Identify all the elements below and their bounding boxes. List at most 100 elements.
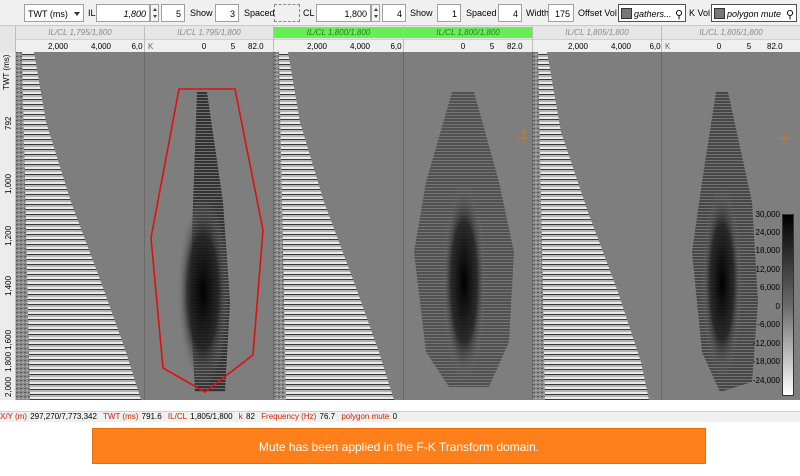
panel-title: IL/CL 1,795/1,800 <box>48 28 112 37</box>
tick-label: 6,0 <box>649 42 661 51</box>
status-ilcl-value: 1,805/1,800 <box>190 412 233 421</box>
offset-gather-panel-1[interactable] <box>16 52 145 400</box>
status-ilcl-label: IL/CL <box>167 412 188 421</box>
tick-label: 5 <box>230 42 236 51</box>
header-corner <box>0 26 16 52</box>
tick-label: 4,000 <box>610 42 632 51</box>
colorbar-label: 30,000 <box>755 210 780 219</box>
panel-title: IL/CL 1,805/1,800 <box>699 28 763 37</box>
colorbar-label: -12,000 <box>752 339 780 348</box>
tick-label: 0 <box>460 42 466 51</box>
tick-label: 6,0 <box>390 42 402 51</box>
cl-spaced-input[interactable]: 4 <box>498 4 522 22</box>
colorbar-label: 12,000 <box>755 265 780 274</box>
tick-label: 6,0 <box>131 42 143 51</box>
panel-title: IL/CL 1,800/1,800 <box>404 27 532 38</box>
il-value-input[interactable]: 1,800 <box>96 4 150 22</box>
width-input[interactable]: 175 <box>548 4 574 22</box>
status-mute-value: 0 <box>392 412 398 421</box>
k-value-label: 82.0 <box>767 42 783 51</box>
status-frequency-label: Frequency (Hz) <box>261 412 317 421</box>
colorbar-label: 24,000 <box>755 228 780 237</box>
il-spin-up-down-icon[interactable] <box>150 4 159 22</box>
time-axis-label: 1,000 <box>4 173 13 194</box>
panel-ticks: 2,000 4,000 6,0 <box>274 39 403 52</box>
status-k-label: k <box>238 412 243 421</box>
tick-label: 4,000 <box>349 42 371 51</box>
offset-gather-panel-2[interactable] <box>274 52 404 400</box>
colorbar-label: 0 <box>775 302 780 311</box>
colorbar-label: 18,000 <box>755 246 780 255</box>
domain-select-value: TWT (ms) <box>28 9 68 19</box>
dropdown-arrow-icon <box>74 12 80 16</box>
tick-label: 2,000 <box>47 42 69 51</box>
magnifier-icon[interactable]: ⚲ <box>675 6 683 21</box>
panel-ticks: K 0 5 82.0 <box>145 39 273 52</box>
domain-select[interactable]: TWT (ms) <box>24 4 84 22</box>
colorbar-label: 6,000 <box>759 283 780 292</box>
status-xy-value: 297,270/7,773,342 <box>30 412 97 421</box>
colorbar-gradient[interactable] <box>782 214 794 396</box>
cl-show-label: Show <box>410 8 433 18</box>
cl-label: CL <box>303 8 315 18</box>
cl-value-input[interactable]: 1,800 <box>316 4 371 22</box>
tick-label: 2,000 <box>306 42 328 51</box>
time-axis-label: 1,800 <box>4 351 13 372</box>
cl-show-input[interactable]: 1 <box>437 4 461 22</box>
colorbar-label: -24,000 <box>752 376 780 385</box>
tick-label: 2,000 <box>567 42 589 51</box>
il-spaced-label: Spaced <box>244 8 275 18</box>
fk-panel-2[interactable] <box>404 52 533 400</box>
panel-ticks: 2,000 4,000 6,0 <box>16 39 144 52</box>
k-axis-label: K <box>148 42 154 51</box>
tick-label: 5 <box>746 42 752 51</box>
time-axis-label: 1,200 <box>4 225 13 246</box>
time-axis-label: 2,000 <box>4 376 13 397</box>
panel-header-6[interactable]: IL/CL 1,805/1,800 K 0 5 82.0 <box>662 26 800 52</box>
panel-title: IL/CL 1,805/1,800 <box>565 28 629 37</box>
offset-vol-selector[interactable]: gathers... ⚲ <box>618 4 686 22</box>
panel-header-band: IL/CL 1,795/1,800 2,000 4,000 6,0 IL/CL … <box>0 26 800 52</box>
panel-header-2[interactable]: IL/CL 1,795/1,800 K 0 5 82.0 <box>145 26 274 52</box>
toolbar: TWT (ms) IL 1,800 5 Show 3 Spaced CL 1,8… <box>0 0 800 26</box>
k-vol-selector[interactable]: polygon mute ⚲ <box>711 4 797 22</box>
tick-label: 0 <box>201 42 207 51</box>
status-k-value: 82 <box>246 412 255 421</box>
volume-icon <box>714 8 725 19</box>
colorbar-label: -6,000 <box>757 320 780 329</box>
cl-spin-up-down-icon[interactable] <box>371 4 380 22</box>
time-axis-label: 1,400 <box>4 275 13 296</box>
tick-label: 4,000 <box>90 42 112 51</box>
k-vol-label: K Vol <box>689 8 711 18</box>
il-show-input[interactable]: 3 <box>215 4 239 22</box>
time-axis-label: 1,600 <box>4 329 13 350</box>
caption-banner: Mute has been applied in the F-K Transfo… <box>92 428 706 464</box>
il-label: IL <box>88 8 96 18</box>
status-xy-label: X/Y (m) <box>0 412 27 421</box>
il-spaced-input[interactable] <box>274 4 300 22</box>
il-step-input[interactable]: 5 <box>161 4 185 22</box>
offset-gather-panel-3[interactable] <box>533 52 662 400</box>
k-vol-value: polygon mute <box>727 9 782 19</box>
status-twt-value: 791.6 <box>141 412 162 421</box>
status-twt-label: TWT (ms) <box>103 412 139 421</box>
offset-vol-value: gathers... <box>634 9 672 19</box>
cl-spaced-label: Spaced <box>466 8 497 18</box>
time-axis: TWT (ms) 792 1,000 1,200 1,400 1,600 1,8… <box>0 52 16 400</box>
panel-ticks: 2,000 4,000 6,0 <box>533 39 661 52</box>
panel-header-4[interactable]: IL/CL 1,800/1,800 0 5 82.0 <box>404 26 533 52</box>
fk-panel-1[interactable] <box>145 52 274 400</box>
panel-header-3[interactable]: IL/CL 1,800/1,800 2,000 4,000 6,0 <box>274 26 404 52</box>
tick-label: 5 <box>489 42 495 51</box>
seismic-panels <box>16 52 800 400</box>
panel-ticks: 0 5 82.0 <box>404 39 532 52</box>
status-bar: X/Y (m) 297,270/7,773,342 TWT (ms) 791.6… <box>0 411 800 422</box>
panel-title: IL/CL 1,795/1,800 <box>177 28 241 37</box>
panel-header-1[interactable]: IL/CL 1,795/1,800 2,000 4,000 6,0 <box>16 26 145 52</box>
tick-label: 0 <box>716 42 722 51</box>
panel-title: IL/CL 1,800/1,800 <box>274 27 403 38</box>
cl-step-input[interactable]: 4 <box>382 4 406 22</box>
magnifier-icon[interactable]: ⚲ <box>786 6 794 21</box>
panel-header-5[interactable]: IL/CL 1,805/1,800 2,000 4,000 6,0 <box>533 26 662 52</box>
seismic-viewer-app: TWT (ms) IL 1,800 5 Show 3 Spaced CL 1,8… <box>0 0 800 476</box>
